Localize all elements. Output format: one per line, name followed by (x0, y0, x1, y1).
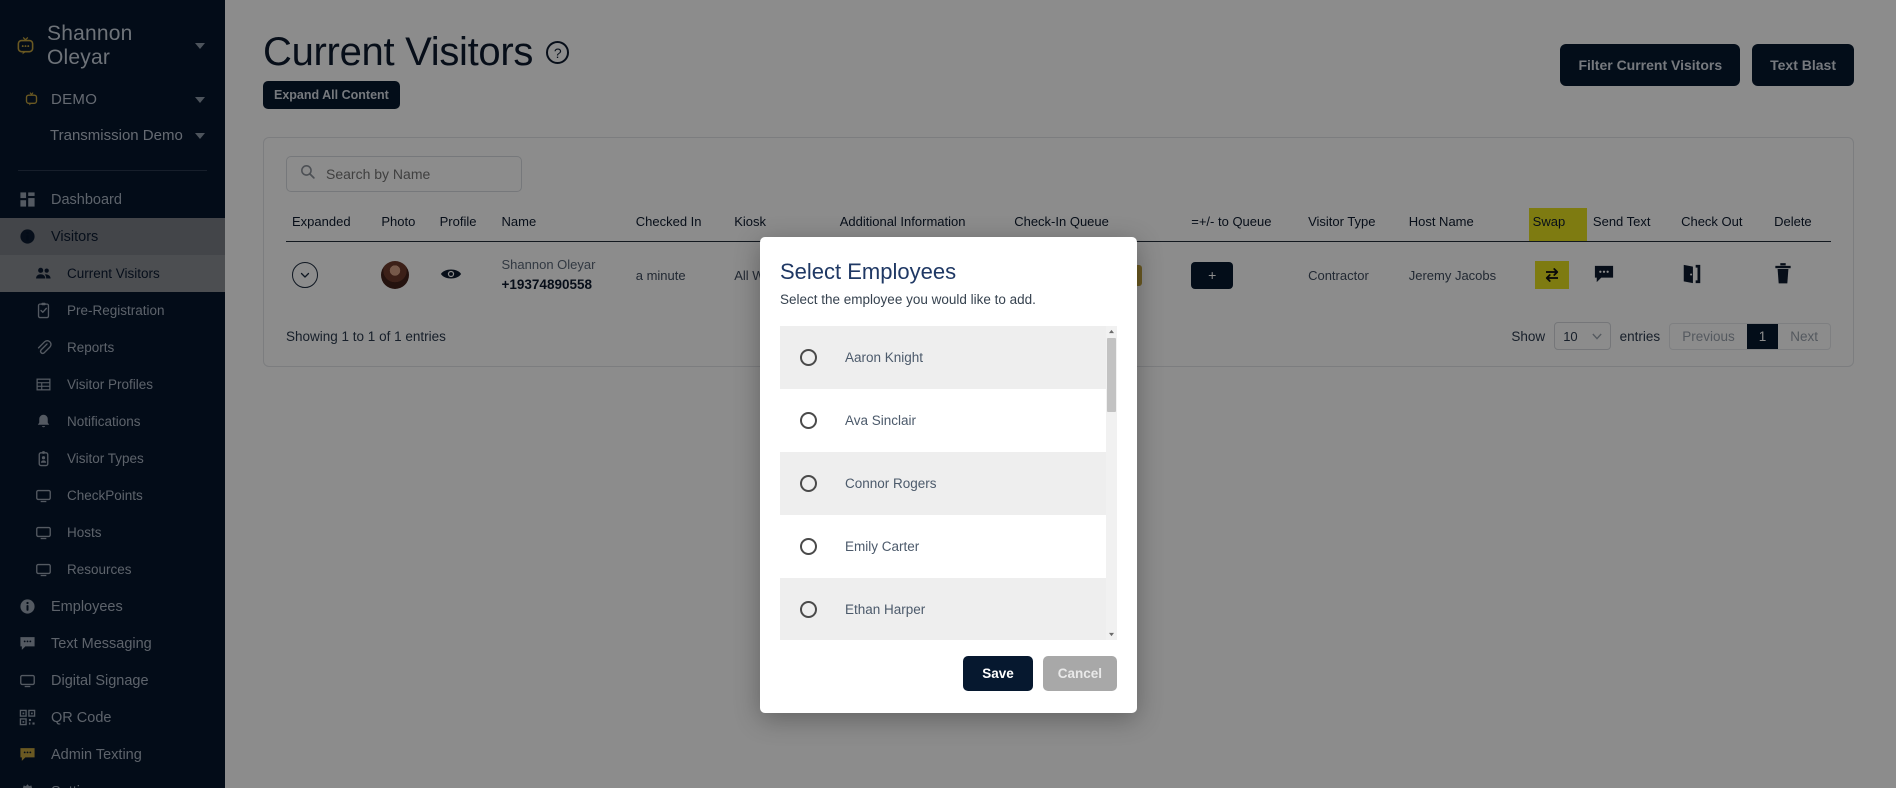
scrollbar-down-arrow[interactable] (1106, 629, 1117, 640)
employee-option[interactable]: Connor Rogers (780, 452, 1107, 515)
employee-name: Aaron Knight (845, 350, 924, 365)
employee-radio-button[interactable] (800, 601, 817, 618)
modal-header: Select Employees Select the employee you… (760, 237, 1137, 309)
employee-list-scroll-area: Aaron Knight Ava Sinclair Connor Rogers Emi… (780, 326, 1117, 640)
modal-footer: Save Cancel (760, 640, 1137, 713)
app-root: Shannon Oleyar DEMO Transmission Demo Da… (0, 0, 1896, 788)
modal-title: Select Employees (780, 259, 957, 284)
employee-list: Aaron Knight Ava Sinclair Connor Rogers Emi… (780, 326, 1107, 640)
select-employees-modal: Select Employees Select the employee you… (760, 237, 1137, 713)
employee-radio-button[interactable] (800, 475, 817, 492)
employee-option[interactable]: Aaron Knight (780, 326, 1107, 389)
employee-name: Emily Carter (845, 539, 920, 554)
scrollbar-thumb[interactable] (1107, 338, 1116, 412)
employee-name: Ethan Harper (845, 602, 926, 617)
employee-option[interactable]: Ava Sinclair (780, 389, 1107, 452)
employee-option[interactable]: Emily Carter (780, 515, 1107, 578)
scrollbar-up-arrow[interactable] (1106, 326, 1117, 337)
modal-subtitle: Select the employee you would like to ad… (780, 292, 1036, 307)
employee-name: Connor Rogers (845, 476, 937, 491)
employee-radio-button[interactable] (800, 538, 817, 555)
employee-radio-button[interactable] (800, 412, 817, 429)
employee-name: Ava Sinclair (845, 413, 917, 428)
employee-option[interactable]: Ethan Harper (780, 578, 1107, 640)
scrollbar[interactable] (1106, 326, 1117, 640)
employee-radio-button[interactable] (800, 349, 817, 366)
cancel-button[interactable]: Cancel (1042, 656, 1117, 691)
save-button[interactable]: Save (963, 656, 1033, 691)
